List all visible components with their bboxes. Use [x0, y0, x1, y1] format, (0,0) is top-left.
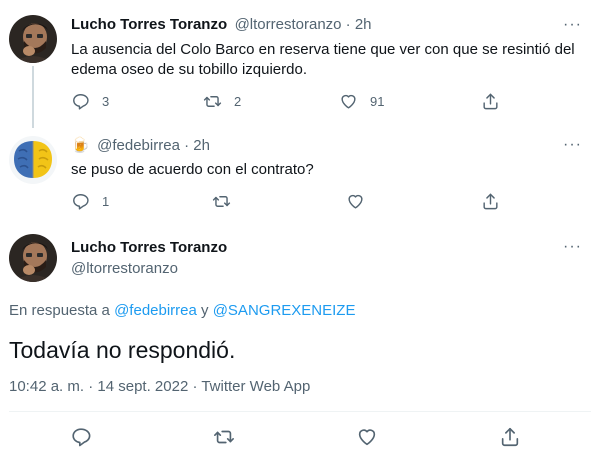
- reply-and: y: [196, 302, 213, 319]
- share-button[interactable]: [499, 426, 521, 448]
- handle-and-time[interactable]: @fedebirrea · 2h: [97, 137, 210, 154]
- like-button[interactable]: [356, 426, 378, 448]
- share-icon: [483, 193, 498, 210]
- avatar-fedebirrea[interactable]: [9, 136, 57, 184]
- avatar-ltorrestoranzo[interactable]: [9, 15, 57, 63]
- reply-icon: [73, 194, 89, 210]
- more-icon[interactable]: ···: [563, 16, 582, 34]
- share-button[interactable]: [481, 92, 500, 111]
- retweet-button[interactable]: [212, 192, 231, 211]
- share-icon: [501, 427, 519, 447]
- more-icon[interactable]: ···: [563, 238, 582, 256]
- like-button[interactable]: 91: [339, 92, 384, 111]
- handle-and-time[interactable]: @ltorrestoranzo · 2h: [235, 16, 372, 33]
- mention-sangrexeneize[interactable]: @SANGREXENEIZE: [213, 302, 356, 319]
- display-name[interactable]: Lucho Torres Toranzo: [71, 16, 227, 33]
- beer-emoji-name[interactable]: 🍺: [71, 137, 90, 154]
- thread-line: [32, 66, 34, 128]
- tweet-header: 🍺 @fedebirrea · 2h: [71, 136, 210, 155]
- retweet-button[interactable]: 2: [203, 92, 241, 111]
- reply-button[interactable]: 1: [71, 192, 109, 211]
- reply-context: En respuesta a @fedebirrea y @SANGREXENE…: [9, 302, 355, 319]
- like-button[interactable]: [346, 192, 365, 211]
- tweet-text: La ausencia del Colo Barco en reserva ti…: [71, 41, 575, 78]
- retweet-icon: [203, 96, 222, 107]
- retweet-button[interactable]: [213, 426, 235, 448]
- reply-icon: [72, 428, 91, 447]
- heart-icon: [341, 94, 356, 109]
- like-count: 91: [370, 94, 385, 109]
- heart-icon: [358, 429, 376, 446]
- tweet-header: Lucho Torres Toranzo @ltorrestoranzo · 2…: [71, 16, 372, 34]
- share-button[interactable]: [481, 192, 500, 211]
- reply-count: 3: [102, 94, 110, 109]
- reply-button[interactable]: [70, 426, 92, 448]
- reply-button[interactable]: 3: [71, 92, 109, 111]
- retweet-icon: [212, 196, 231, 207]
- reply-prefix: En respuesta a: [9, 302, 115, 319]
- handle[interactable]: @ltorrestoranzo: [71, 260, 178, 277]
- mention-fedebirrea[interactable]: @fedebirrea: [114, 302, 197, 319]
- retweet-count: 2: [234, 94, 242, 109]
- avatar-ltorrestoranzo[interactable]: [9, 234, 57, 282]
- divider: [9, 411, 591, 412]
- heart-icon: [348, 194, 363, 209]
- more-icon[interactable]: ···: [563, 136, 582, 154]
- share-icon: [483, 93, 498, 110]
- main-tweet-text: Todavía no respondió.: [9, 337, 236, 363]
- reply-count: 1: [102, 194, 110, 209]
- tweet-timestamp[interactable]: 10:42 a. m. · 14 sept. 2022 · Twitter We…: [9, 378, 310, 395]
- retweet-icon: [214, 430, 234, 444]
- reply-icon: [73, 94, 89, 110]
- tweet-text: se puso de acuerdo con el contrato?: [71, 161, 314, 178]
- display-name[interactable]: Lucho Torres Toranzo: [71, 239, 227, 256]
